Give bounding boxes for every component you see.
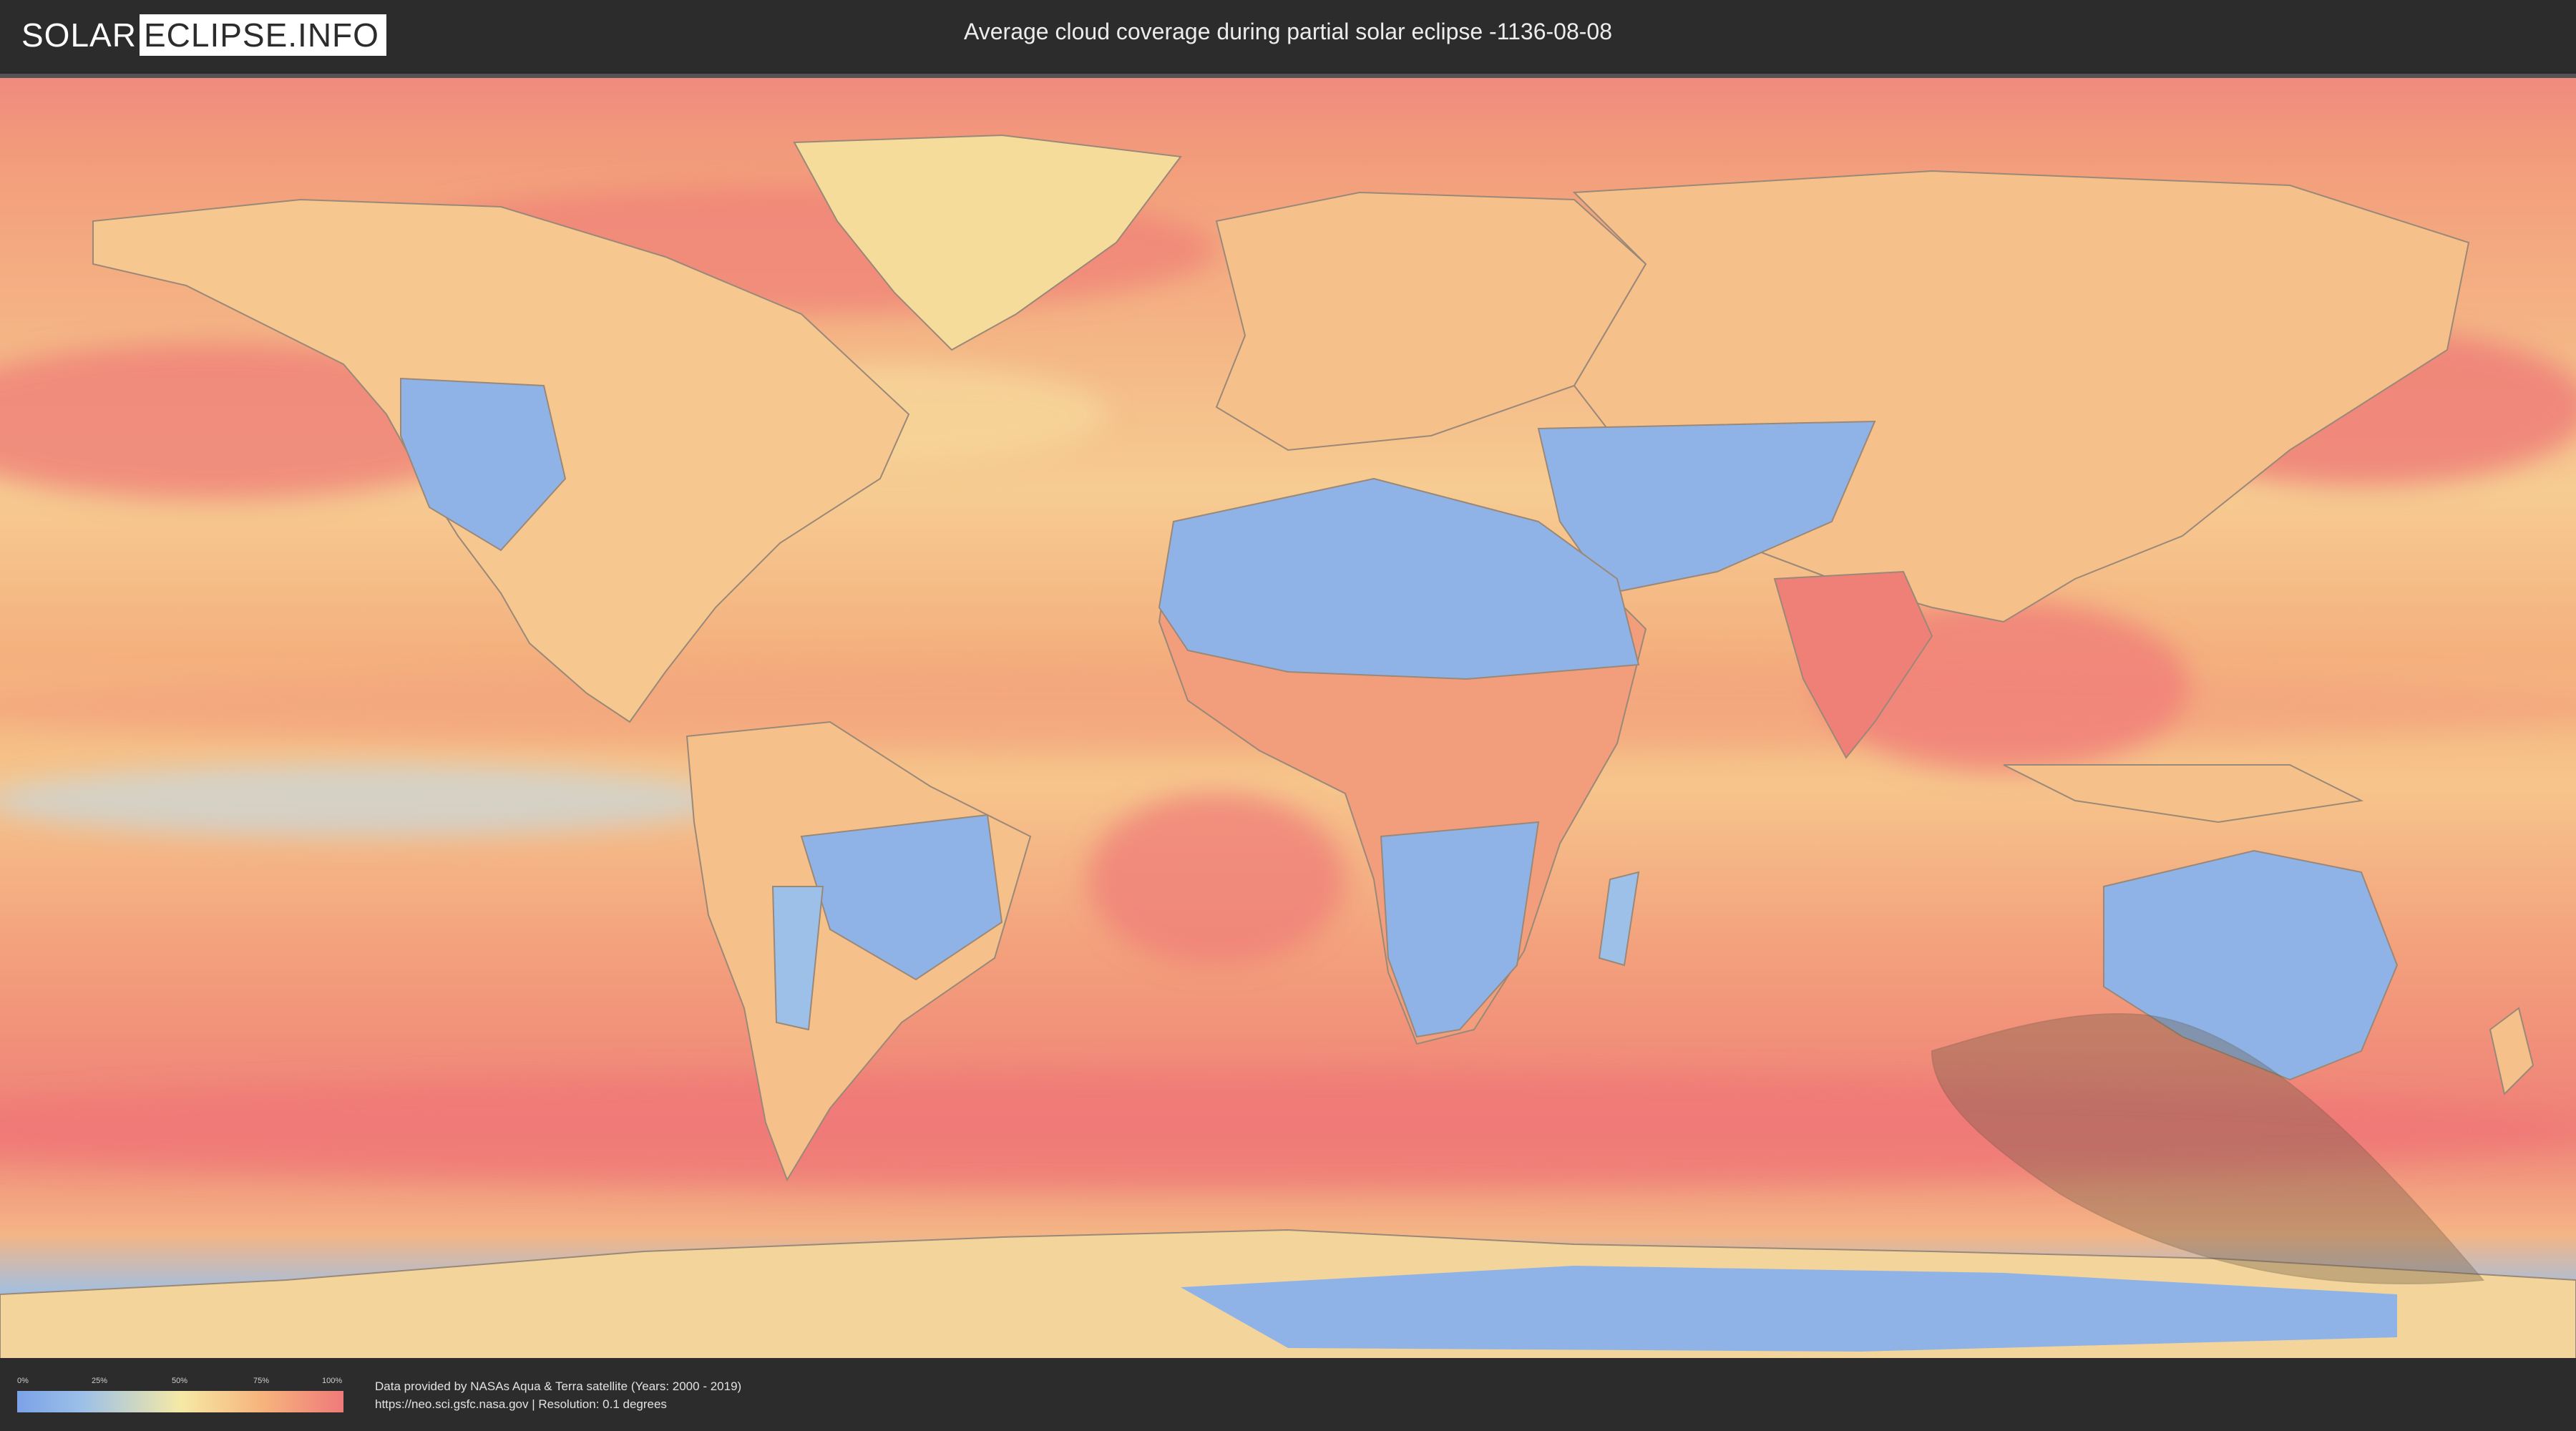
cloud-coverage-map (0, 74, 2576, 1362)
data-source-text: Data provided by NASAs Aqua & Terra sate… (375, 1379, 742, 1393)
legend-color-bar (17, 1391, 343, 1412)
page-title: Average cloud coverage during partial so… (963, 19, 1613, 44)
legend-tick-25: 25% (92, 1377, 108, 1385)
legend-tick-labels: 0% 25% 50% 75% 100% (17, 1377, 343, 1387)
footer (0, 1358, 2576, 1431)
top-bar: SOLAR ECLIPSE.INFO Average cloud coverag… (0, 0, 2576, 72)
world-map-icon (0, 78, 2576, 1362)
source-url-text: https://neo.sci.gsfc.nasa.gov | Resoluti… (375, 1397, 667, 1411)
legend-tick-0: 0% (17, 1377, 29, 1385)
legend-tick-100: 100% (322, 1377, 343, 1385)
legend-tick-50: 50% (172, 1377, 188, 1385)
legend-tick-75: 75% (253, 1377, 270, 1385)
